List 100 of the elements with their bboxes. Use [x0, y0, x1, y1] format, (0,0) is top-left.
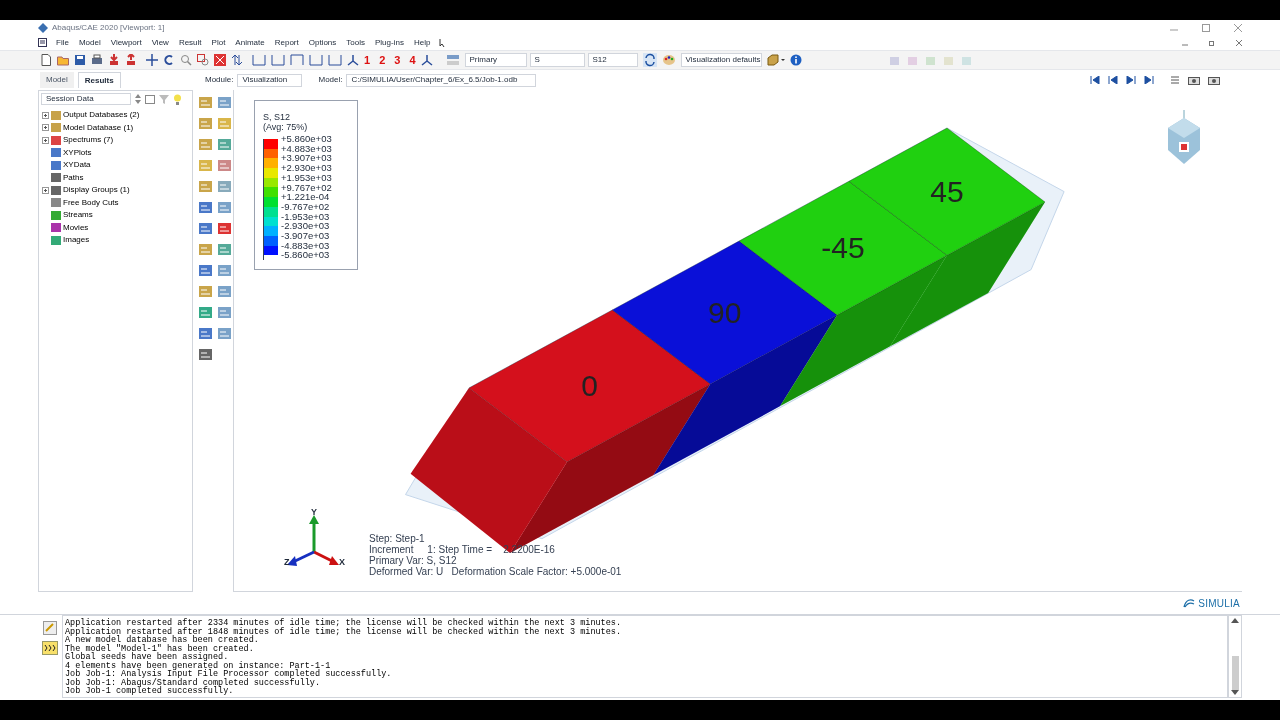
axes-icon[interactable] [420, 54, 433, 66]
window-icon[interactable] [145, 94, 155, 104]
tool-icon[interactable] [198, 95, 213, 110]
model-dropdown[interactable]: C:/SIMULIA/User/Chapter_6/Ex_6.5/Job-1.odb [346, 73, 537, 87]
tool-icon[interactable] [198, 347, 213, 362]
first-frame-icon[interactable] [1090, 76, 1100, 84]
close-icon[interactable] [1236, 39, 1242, 46]
tool-icon[interactable] [198, 242, 213, 257]
tree-item[interactable]: XYData [63, 159, 91, 172]
restore-icon[interactable] [1209, 39, 1215, 46]
tree-item[interactable]: Images [63, 234, 90, 247]
tree-item[interactable]: Paths [63, 171, 84, 184]
menu-item[interactable]: Result [178, 36, 202, 49]
tree-item[interactable]: Streams [63, 209, 93, 222]
tool-icon[interactable] [198, 284, 213, 299]
tab[interactable]: Model [40, 72, 74, 88]
right-view-icon[interactable] [328, 54, 342, 66]
lightbulb-icon[interactable] [173, 93, 182, 105]
field-dropdown[interactable]: S [529, 53, 585, 67]
front-view-icon[interactable] [252, 54, 266, 66]
tool-icon[interactable] [217, 95, 232, 110]
tool-icon[interactable] [217, 158, 232, 173]
layout-icon[interactable] [1170, 75, 1180, 85]
camera-icon[interactable] [1188, 75, 1200, 85]
tool-icon[interactable] [217, 326, 232, 341]
expand-icon[interactable] [42, 136, 49, 144]
open-folder-icon[interactable] [57, 54, 69, 66]
tree-item[interactable]: Output Databases (2) [63, 109, 140, 122]
scrollbar-thumb[interactable] [1231, 656, 1239, 690]
filter-icon[interactable] [159, 94, 169, 104]
tool-icon[interactable] [217, 284, 232, 299]
view-number-button[interactable]: 4 [409, 54, 416, 66]
cycle-arrows-icon[interactable] [231, 54, 243, 66]
window-menu-icon[interactable] [38, 38, 47, 47]
options-dropdown[interactable]: Visualization defaults [680, 53, 762, 67]
menu-item[interactable]: Report [274, 36, 299, 49]
tool-icon[interactable] [217, 242, 232, 257]
tool-icon[interactable] [198, 116, 213, 131]
tool-icon[interactable] [217, 179, 232, 194]
print-icon[interactable] [91, 54, 103, 66]
tool-icon[interactable] [198, 179, 213, 194]
box-zoom-icon[interactable] [197, 54, 209, 66]
tool-icon[interactable] [198, 200, 213, 215]
menu-item[interactable]: Viewport [110, 36, 142, 49]
tree-item[interactable]: XYPlots [63, 146, 92, 159]
tool-icon[interactable] [198, 137, 213, 152]
new-file-icon[interactable] [40, 54, 52, 66]
next-frame-icon[interactable] [1126, 76, 1136, 84]
iso-view-icon[interactable] [347, 54, 359, 66]
message-area-icon[interactable] [43, 621, 57, 635]
tool-icon[interactable] [217, 263, 232, 278]
palette-icon[interactable] [661, 54, 676, 66]
menu-item[interactable]: Help [413, 36, 431, 49]
info-icon[interactable] [789, 54, 802, 66]
menu-item[interactable]: Plug-ins [375, 36, 404, 49]
tool-icon[interactable] [198, 221, 213, 236]
magnify-icon[interactable] [180, 54, 192, 66]
tree-item[interactable]: Display Groups (1) [63, 184, 130, 197]
field-dropdown[interactable]: Primary [464, 53, 527, 67]
tool-icon[interactable] [198, 326, 213, 341]
back-view-icon[interactable] [271, 54, 285, 66]
menu-item[interactable]: Model [78, 36, 101, 49]
sync-icon[interactable] [642, 53, 657, 67]
camera-icon[interactable] [1208, 75, 1220, 85]
previous-frame-icon[interactable] [1108, 76, 1118, 84]
updown-icon[interactable] [135, 94, 141, 104]
tab[interactable]: Results [77, 72, 121, 88]
tree-item[interactable]: Spectrums (7) [63, 134, 114, 147]
tool-icon[interactable] [217, 305, 232, 320]
field-dropdown[interactable]: S12 [587, 53, 638, 67]
expand-icon[interactable] [42, 186, 49, 194]
tool-icon[interactable] [217, 200, 232, 215]
last-frame-icon[interactable] [1144, 76, 1154, 84]
module-dropdown[interactable]: Visualization [237, 73, 303, 87]
session-data-dropdown[interactable]: Session Data [41, 93, 131, 105]
tree-item[interactable]: Movies [63, 221, 89, 234]
render-style-icon[interactable] [766, 54, 785, 66]
menu-item[interactable]: View [151, 36, 169, 49]
menu-item[interactable]: Plot [211, 36, 226, 49]
save-icon[interactable] [74, 54, 86, 66]
menu-item[interactable]: Animate [235, 36, 265, 49]
tree-item[interactable]: Free Body Cuts [63, 196, 119, 209]
bottom-view-icon[interactable] [290, 54, 304, 66]
kernel-prompt-icon[interactable] [42, 641, 58, 655]
scroll-up-icon[interactable] [1231, 618, 1239, 623]
pan-icon[interactable] [146, 54, 158, 66]
expand-icon[interactable] [42, 124, 49, 132]
tool-icon[interactable] [198, 263, 213, 278]
left-view-icon[interactable] [309, 54, 323, 66]
close-icon[interactable] [1234, 23, 1242, 32]
maximize-icon[interactable] [1202, 23, 1210, 32]
view-cube-icon[interactable] [1166, 110, 1202, 166]
export-icon[interactable] [125, 54, 137, 66]
import-icon[interactable] [108, 54, 120, 66]
menu-item[interactable]: File [56, 36, 69, 49]
tool-icon[interactable] [217, 137, 232, 152]
fit-view-icon[interactable] [214, 54, 226, 66]
menu-item[interactable]: Tools [346, 36, 365, 49]
view-number-button[interactable]: 3 [394, 54, 401, 66]
tool-icon[interactable] [217, 221, 232, 236]
